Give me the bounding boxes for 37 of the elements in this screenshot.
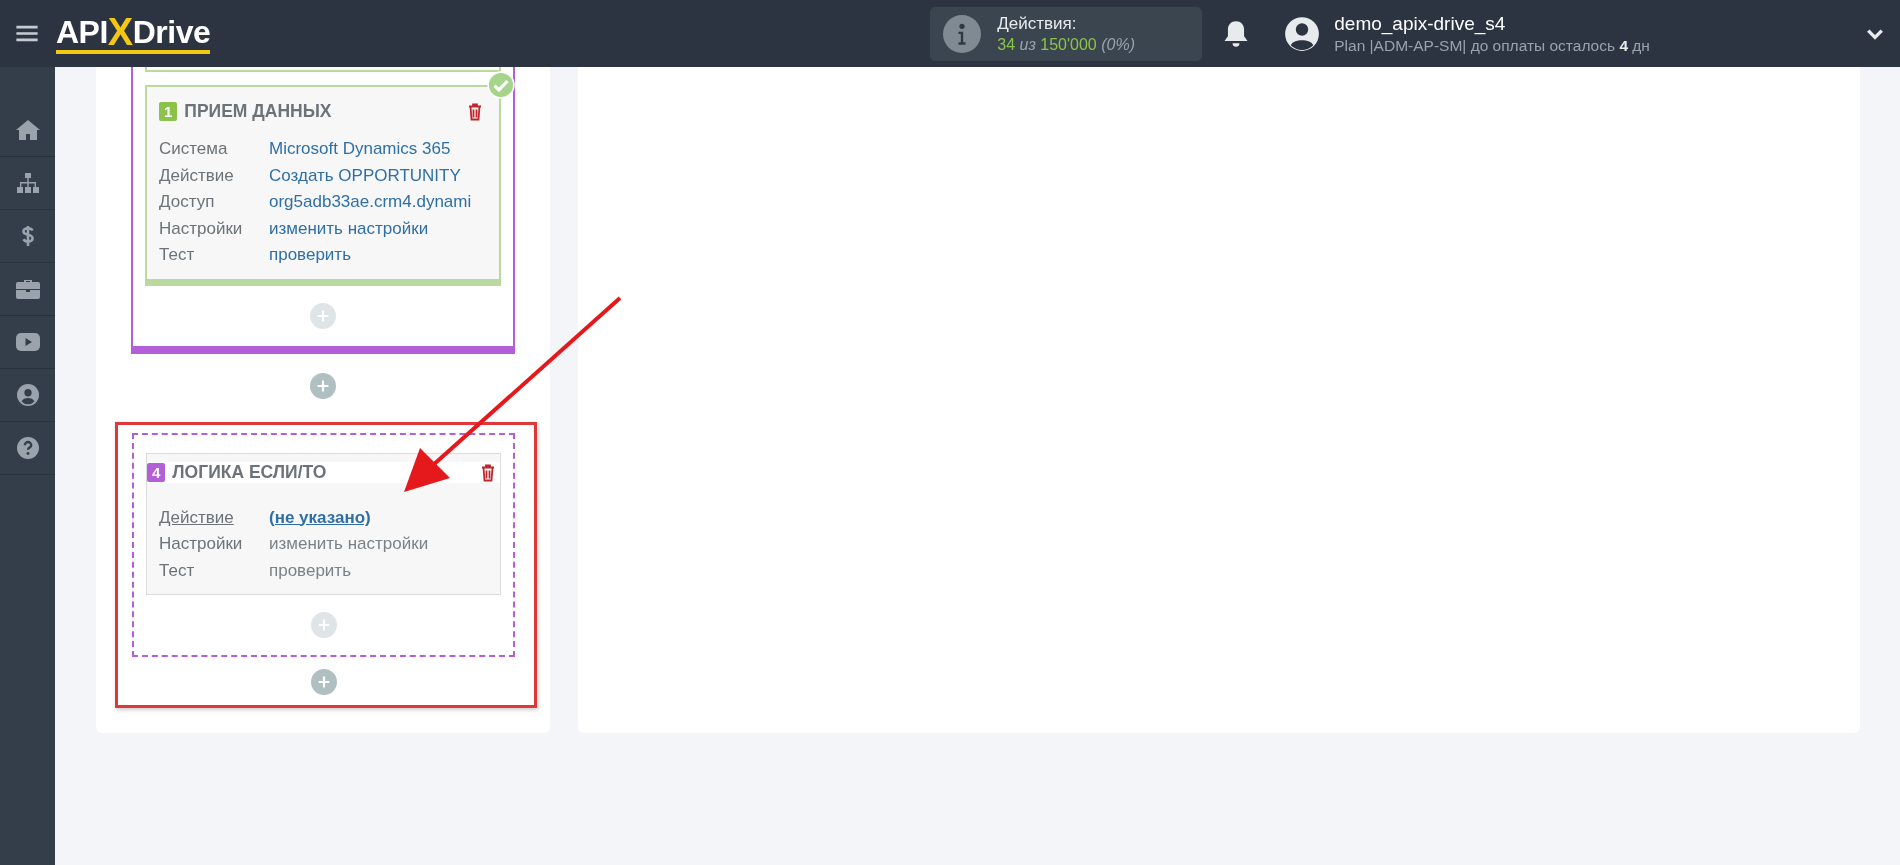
field-value-link[interactable]: Microsoft Dynamics 365 [269, 136, 451, 163]
play-icon[interactable] [15, 331, 40, 353]
field-label: Настройки [159, 217, 244, 240]
field-value-link[interactable]: (не указано) [269, 504, 371, 531]
field-label: Действие [159, 164, 235, 187]
plan-info: Plan |ADM-AP-SM| до оплаты осталось 4 дн [1334, 36, 1650, 55]
logo[interactable]: APIXDrive [56, 13, 211, 54]
actions-count: 34 из 150'000 (0%) [997, 35, 1135, 54]
field-value-link[interactable]: Создать OPPORTUNITY [269, 162, 461, 189]
field-label: Тест [159, 244, 196, 266]
username: demo_apix-drive_s4 [1334, 12, 1507, 35]
info-icon [943, 14, 982, 53]
block-title: ПРИЕМ ДАННЫХ [184, 101, 333, 122]
field-label: Настройки [159, 533, 244, 555]
field-value-link[interactable]: проверить [269, 242, 351, 269]
actions-label: Действия: [997, 13, 1078, 34]
briefcase-icon[interactable] [15, 278, 40, 300]
field-label: Доступ [159, 191, 216, 213]
field-value-link[interactable]: проверить [269, 557, 351, 584]
avatar-icon[interactable] [1284, 15, 1321, 52]
field-value-link[interactable]: org5adb33ae.crm4.dynami [269, 189, 472, 216]
home-icon[interactable] [15, 119, 40, 141]
field-label: Тест [159, 559, 196, 582]
step-number: 4 [147, 462, 166, 482]
field-label: Система [159, 138, 229, 160]
field-value-link[interactable]: изменить настройки [269, 531, 429, 558]
help-icon[interactable] [15, 437, 40, 459]
user-icon[interactable] [15, 384, 40, 406]
trash-icon[interactable] [467, 102, 483, 121]
field-value-link[interactable]: изменить настройки [269, 215, 429, 242]
trash-icon[interactable] [480, 462, 496, 482]
menu-icon[interactable] [16, 25, 38, 42]
field-label: Действие [159, 506, 235, 529]
block-title: ЛОГИКА ЕСЛИ/ТО [172, 461, 328, 483]
step-number: 1 [159, 102, 178, 121]
hierarchy-icon[interactable] [15, 172, 40, 194]
chevron-down-icon[interactable] [1866, 27, 1884, 40]
